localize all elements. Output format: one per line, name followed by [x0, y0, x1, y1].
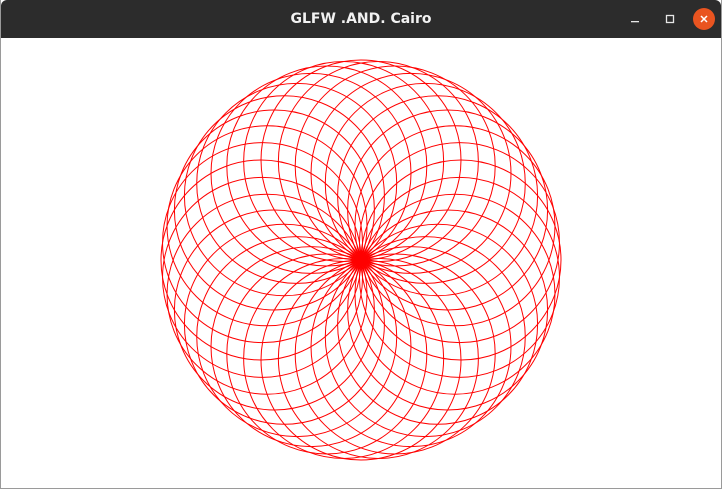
close-icon	[700, 15, 708, 23]
minimize-button[interactable]	[624, 8, 646, 30]
minimize-icon	[631, 21, 639, 23]
maximize-button[interactable]	[659, 8, 681, 30]
rosette-drawing	[160, 59, 562, 461]
app-window: GLFW .AND. Cairo	[0, 0, 722, 489]
maximize-icon	[665, 14, 675, 24]
window-title: GLFW .AND. Cairo	[290, 11, 432, 27]
close-button[interactable]	[693, 8, 715, 30]
title-bar[interactable]: GLFW .AND. Cairo	[1, 0, 721, 38]
drawing-canvas	[1, 38, 721, 488]
